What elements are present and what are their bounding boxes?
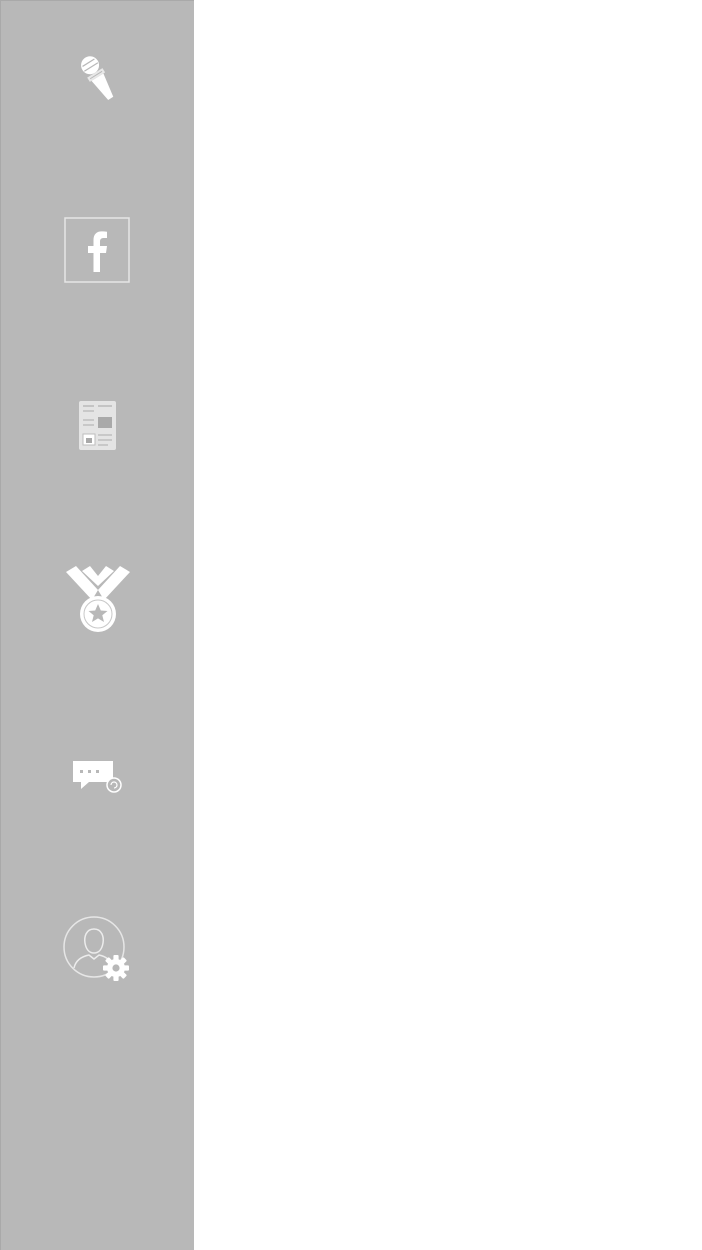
- user-settings-icon: [63, 916, 129, 981]
- sidebar-item-achievements[interactable]: [1, 546, 195, 656]
- sidebar: [0, 0, 194, 1250]
- medal-icon: [66, 566, 130, 632]
- newspaper-icon: [79, 401, 116, 450]
- facebook-icon: [64, 217, 130, 283]
- sidebar-item-microphone[interactable]: [1, 23, 195, 133]
- sidebar-item-chat[interactable]: [1, 721, 195, 831]
- sidebar-item-news[interactable]: [1, 371, 195, 481]
- sidebar-item-profile-settings[interactable]: [1, 896, 195, 1006]
- microphone-icon: [81, 56, 114, 100]
- main-content: [194, 0, 702, 1250]
- sidebar-item-facebook[interactable]: [1, 196, 195, 306]
- chat-icon: [73, 761, 122, 793]
- app-window: [0, 0, 702, 1250]
